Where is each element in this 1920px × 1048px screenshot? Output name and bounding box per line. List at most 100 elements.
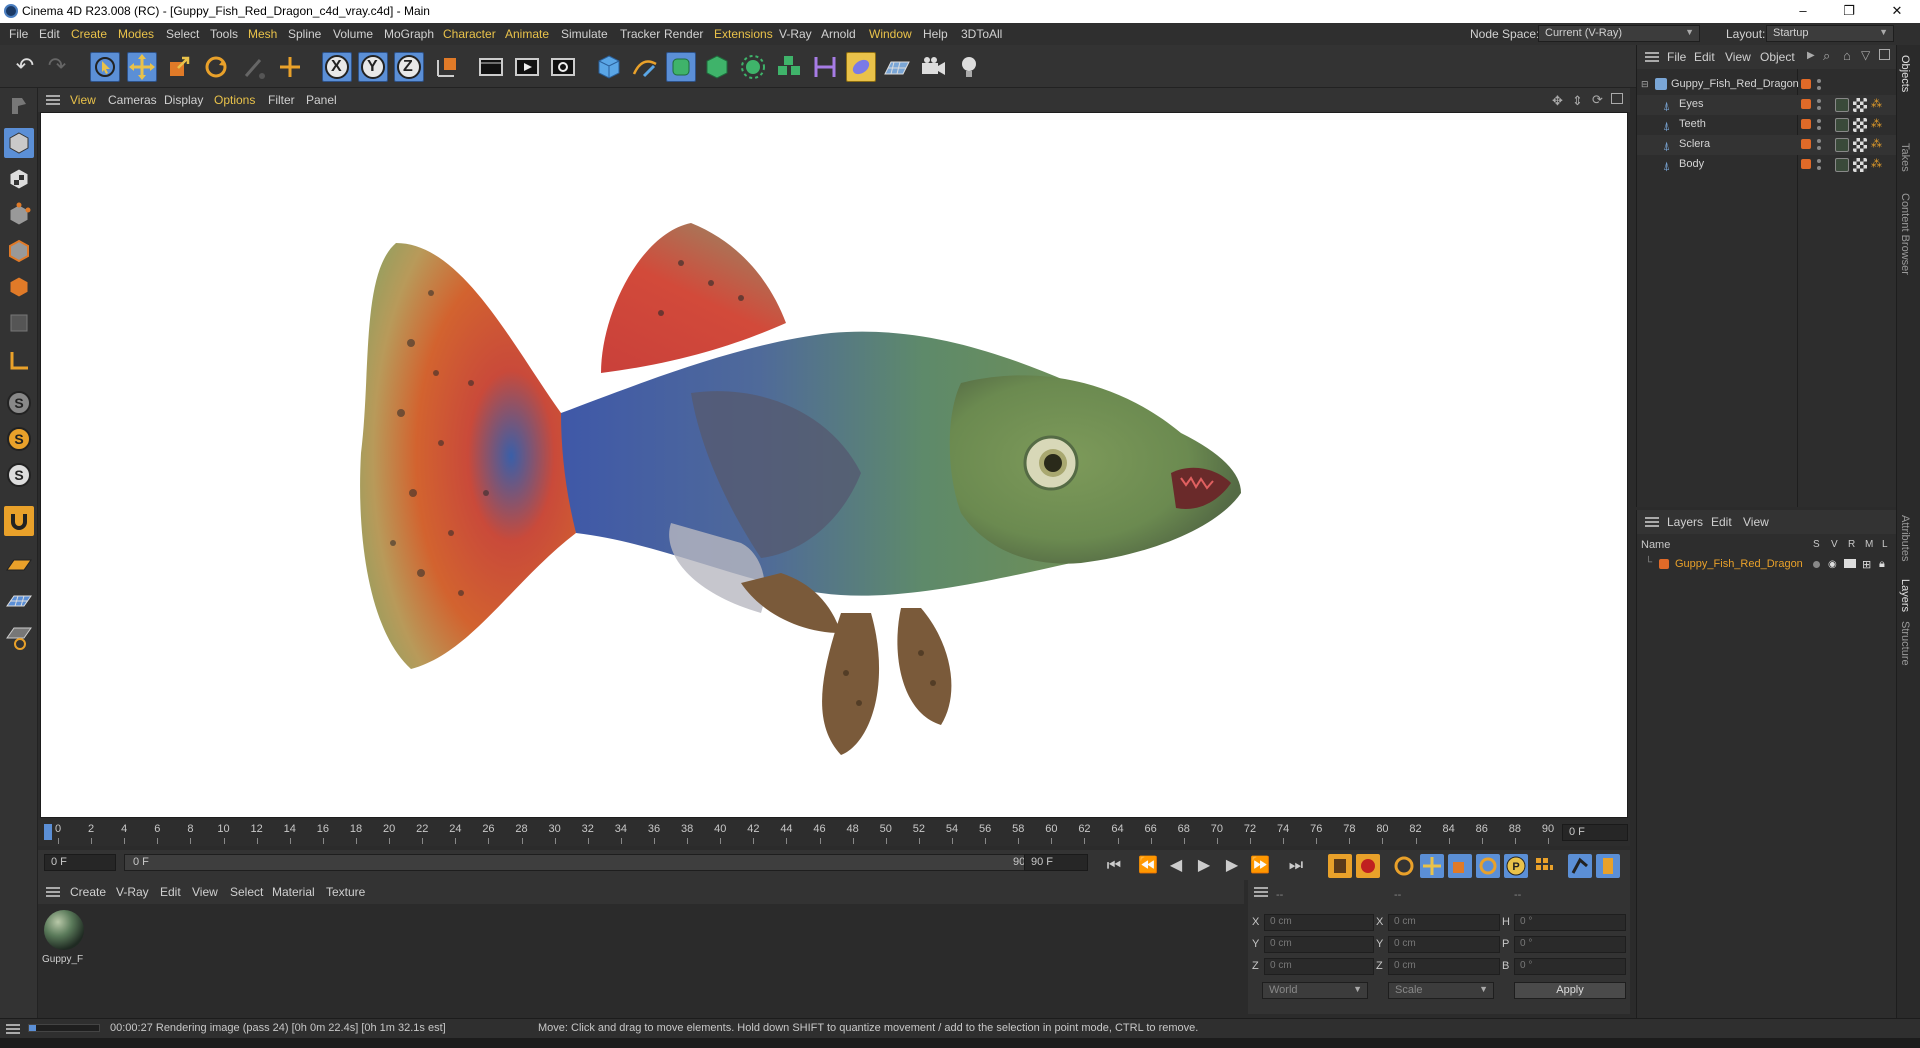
tab-attributes[interactable]: Attributes — [1899, 515, 1911, 561]
viewport[interactable] — [40, 112, 1628, 818]
menu-file[interactable]: File — [9, 27, 28, 41]
coordinate-mode-dropdown[interactable]: Scale ▼ — [1388, 982, 1494, 999]
uvw-tag-icon[interactable] — [1853, 118, 1867, 132]
menu-3dtoall[interactable]: 3DToAll — [961, 27, 1002, 41]
viewport-menu-panel[interactable]: Panel — [306, 93, 337, 107]
eye-icon[interactable]: ◉ — [1828, 559, 1837, 570]
keyframe-selection-icon[interactable] — [1392, 854, 1416, 878]
menu-mograph[interactable]: MoGraph — [384, 27, 434, 41]
size-x-field[interactable]: 0 cm — [1388, 914, 1500, 931]
layer-menu-layers[interactable]: Layers — [1667, 515, 1703, 529]
scale-tool-icon[interactable] — [164, 52, 194, 82]
layer-color-swatch[interactable] — [1659, 559, 1669, 569]
lock-icon[interactable]: 🔒︎ — [1879, 558, 1885, 571]
material-menu-select[interactable]: Select — [230, 885, 263, 899]
light-icon[interactable] — [954, 52, 984, 82]
pan-view-icon[interactable]: ✥ — [1552, 93, 1563, 109]
material-menu-texture[interactable]: Texture — [326, 885, 365, 899]
key-point-level-icon[interactable] — [1532, 854, 1556, 878]
more-menu-arrow-icon[interactable]: ▶ — [1807, 50, 1815, 61]
workplane-lock-icon[interactable] — [4, 622, 34, 652]
render-visibility-dot[interactable] — [1817, 86, 1821, 90]
subdivision-surface-icon[interactable] — [666, 52, 696, 82]
editor-visibility-dot[interactable] — [1817, 159, 1821, 163]
make-editable-icon[interactable] — [4, 90, 34, 120]
viewport-menu-options[interactable]: Options — [214, 93, 255, 107]
menu-create[interactable]: Create — [71, 27, 107, 41]
render-toggle-icon[interactable] — [1844, 559, 1856, 568]
menu-edit[interactable]: Edit — [39, 27, 60, 41]
coordinates-menu-icon[interactable] — [1254, 887, 1268, 897]
viewport-menu-view[interactable]: View — [70, 93, 96, 107]
solo-toggle[interactable] — [1813, 561, 1820, 568]
end-frame-field[interactable]: 90 F — [1024, 854, 1088, 871]
maximize-button[interactable]: ❐ — [1826, 0, 1872, 23]
live-selection-icon[interactable] — [90, 52, 120, 82]
undo-icon[interactable]: ↶ — [10, 52, 40, 82]
x-axis-lock-button[interactable]: X — [322, 52, 352, 82]
layer-menu-view[interactable]: View — [1743, 515, 1769, 529]
material-menu-icon[interactable] — [46, 887, 60, 897]
object-row-root[interactable]: ⊟ Guppy_Fish_Red_Dragon — [1637, 75, 1897, 95]
new-window-icon[interactable] — [1879, 49, 1890, 60]
timeline-ruler[interactable]: 0 2 4 6 8 10 12 14 16 18 20 22 24 26 28 30 32 34 36 38 40 42 4… — [38, 820, 1630, 846]
object-menu-view[interactable]: View — [1725, 50, 1751, 64]
deformer-icon[interactable] — [810, 52, 840, 82]
key-rotation-icon[interactable] — [1476, 854, 1500, 878]
zoom-view-icon[interactable]: ⇕ — [1572, 93, 1583, 109]
layer-color-swatch[interactable] — [1801, 159, 1811, 169]
key-parameter-icon[interactable]: P — [1504, 854, 1528, 878]
rot-b-field[interactable]: 0 ° — [1514, 958, 1626, 975]
next-frame-icon[interactable]: ▶ — [1220, 854, 1244, 878]
play-icon[interactable]: ▶ — [1192, 854, 1216, 878]
menu-tools[interactable]: Tools — [210, 27, 238, 41]
tab-content-browser[interactable]: Content Browser — [1899, 193, 1911, 275]
transfer-icon[interactable] — [275, 52, 305, 82]
menu-vray[interactable]: V-Ray — [779, 27, 812, 41]
z-axis-lock-button[interactable]: Z — [394, 52, 424, 82]
size-y-field[interactable]: 0 cm — [1388, 936, 1500, 953]
cube-primitive-icon[interactable] — [594, 52, 624, 82]
viewport-menu-display[interactable]: Display — [164, 93, 203, 107]
object-row-eyes[interactable]: ⍋ Eyes ⁂ — [1637, 95, 1897, 115]
render-settings-icon[interactable] — [548, 52, 578, 82]
menu-mesh[interactable]: Mesh — [248, 27, 277, 41]
object-row-teeth[interactable]: ⍋ Teeth ⁂ — [1637, 115, 1897, 135]
object-menu-icon[interactable] — [1645, 52, 1659, 62]
extrude-icon[interactable] — [702, 52, 732, 82]
apply-button[interactable]: Apply — [1514, 982, 1626, 999]
points-mode-icon[interactable] — [4, 200, 34, 230]
go-to-end-icon[interactable]: ⏭ — [1284, 854, 1308, 878]
start-frame-field[interactable]: 0 F — [44, 854, 116, 871]
pos-x-field[interactable]: 0 cm — [1264, 914, 1374, 931]
object-row-body[interactable]: ⍋ Body ⁂ — [1637, 155, 1897, 175]
home-icon[interactable]: ⌂ — [1843, 48, 1851, 63]
phong-tag-icon[interactable] — [1835, 158, 1849, 172]
frame-range-slider[interactable]: 0 F 90 F — [124, 854, 1048, 871]
move-tool-icon[interactable] — [127, 52, 157, 82]
maximize-view-icon[interactable] — [1611, 93, 1623, 104]
editor-visibility-dot[interactable] — [1817, 139, 1821, 143]
coordinate-system-icon[interactable] — [432, 52, 462, 82]
render-visibility-dot[interactable] — [1817, 146, 1821, 150]
camera-icon[interactable] — [918, 52, 948, 82]
key-position-icon[interactable] — [1420, 854, 1444, 878]
menu-window[interactable]: Window — [869, 27, 912, 41]
object-row-sclera[interactable]: ⍋ Sclera ⁂ — [1637, 135, 1897, 155]
rotate-tool-icon[interactable] — [201, 52, 231, 82]
material-tag-icon[interactable]: ⁂ — [1871, 157, 1882, 170]
uvw-tag-icon[interactable] — [1853, 158, 1867, 172]
render-visibility-dot[interactable] — [1817, 166, 1821, 170]
editor-visibility-dot[interactable] — [1817, 79, 1821, 83]
phong-tag-icon[interactable] — [1835, 98, 1849, 112]
menu-character[interactable]: Character — [443, 27, 496, 41]
floor-icon[interactable] — [882, 52, 912, 82]
cloner-icon[interactable] — [738, 52, 768, 82]
tab-layers[interactable]: Layers — [1899, 579, 1911, 612]
layer-row[interactable]: └ Guppy_Fish_Red_Dragon ◉ ⊞ 🔒︎ — [1637, 555, 1897, 575]
snapping-magnet-icon[interactable] — [4, 506, 34, 536]
motion-system-icon[interactable] — [1568, 854, 1592, 878]
polygons-mode-icon[interactable] — [4, 272, 34, 302]
viewport-menu-icon[interactable] — [46, 95, 60, 105]
rotate-view-icon[interactable]: ⟳ — [1592, 92, 1603, 108]
